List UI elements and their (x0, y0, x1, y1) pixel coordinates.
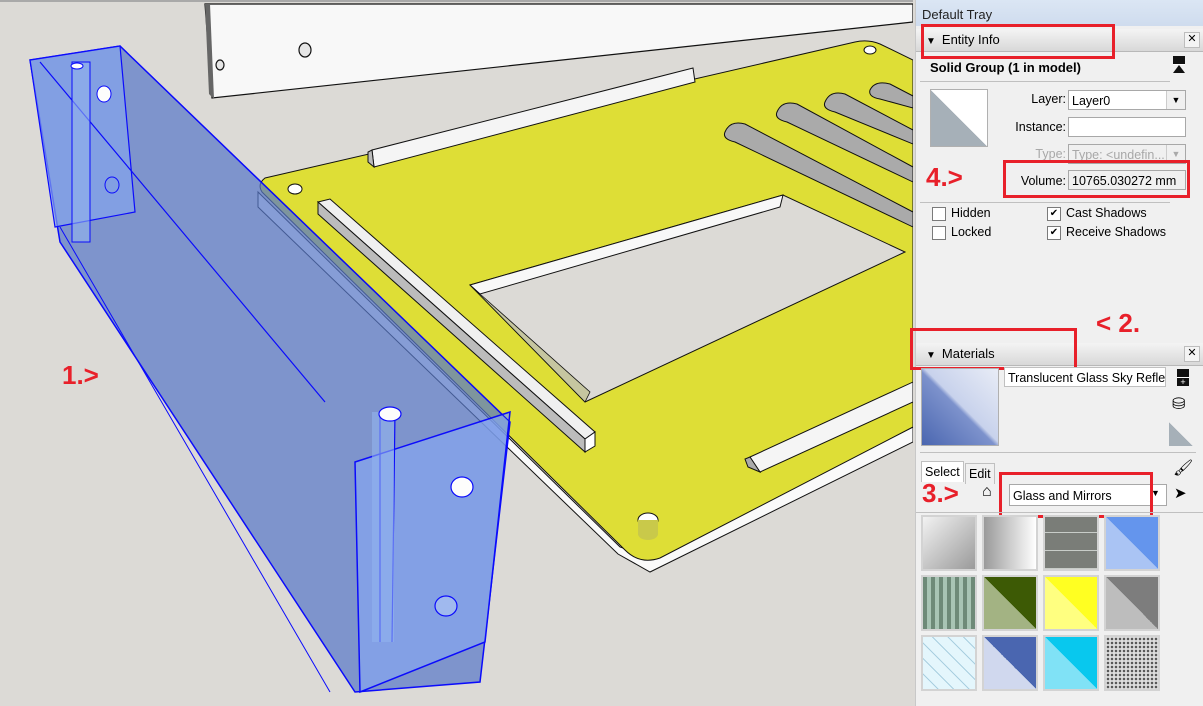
home-icon[interactable]: ⌂ (982, 483, 992, 501)
current-material-preview[interactable] (921, 368, 999, 446)
material-swatch[interactable] (1043, 515, 1099, 571)
scene-drawing (29, 3, 913, 694)
panel-hole (298, 42, 312, 58)
layer-value: Layer0 (1072, 94, 1111, 108)
instance-input[interactable] (1068, 117, 1186, 137)
annotation-3: 3.> (922, 478, 959, 508)
create-material-icon[interactable]: ⛁ (1172, 395, 1192, 415)
selection-description: Solid Group (1 in model) (930, 60, 1081, 75)
cast-shadows-checkbox[interactable]: ✔ (1047, 207, 1061, 221)
divider (920, 202, 1170, 203)
modeling-viewport[interactable]: 1.> (0, 0, 913, 706)
highlight-volume (1003, 160, 1190, 198)
tab-edit[interactable]: Edit (965, 463, 995, 484)
divider (920, 81, 1170, 82)
divider (920, 452, 1196, 453)
annotation-4: 4.> (926, 162, 963, 192)
toggle-secondary-pane-icon[interactable]: + (1177, 369, 1189, 387)
material-swatch[interactable] (1043, 635, 1099, 691)
default-tray: Default Tray ▼ Entity Info ✕ Solid Group … (910, 0, 1203, 706)
material-swatch[interactable] (921, 635, 977, 691)
hidden-checkbox[interactable] (932, 207, 946, 221)
panel-hole (215, 59, 225, 71)
highlight-entity-info (921, 24, 1115, 59)
toggle-details-icon[interactable] (1173, 56, 1185, 76)
close-materials-button[interactable]: ✕ (1184, 346, 1200, 362)
material-swatch[interactable] (1104, 575, 1160, 631)
material-swatch[interactable] (982, 515, 1038, 571)
material-swatch[interactable] (982, 575, 1038, 631)
tray-title: Default Tray (916, 0, 1203, 26)
highlight-materials (910, 328, 1077, 370)
type-label: Type: (1035, 147, 1066, 161)
material-swatch[interactable] (1043, 575, 1099, 631)
material-swatch[interactable] (921, 515, 977, 571)
annotation-2: < 2. (1096, 308, 1141, 338)
divider (916, 512, 1203, 513)
receive-shadows-checkbox[interactable]: ✔ (1047, 226, 1061, 240)
details-arrow-icon[interactable]: ➤ (1174, 484, 1187, 502)
entity-material-swatch[interactable] (930, 89, 988, 147)
material-name-input[interactable]: Translucent Glass Sky Refle (1004, 367, 1166, 387)
cast-shadows-label: Cast Shadows (1066, 206, 1147, 220)
material-swatch[interactable] (1104, 515, 1160, 571)
receive-shadows-label: Receive Shadows (1066, 225, 1167, 239)
layer-dropdown[interactable]: Layer0 ▼ (1068, 90, 1186, 110)
locked-label: Locked (951, 225, 992, 239)
sample-paint-eyedropper-icon[interactable]: 🖌 (1173, 458, 1193, 478)
material-swatch[interactable] (921, 575, 977, 631)
plate-peg (863, 45, 877, 55)
locked-checkbox[interactable] (932, 226, 946, 240)
instance-label: Instance: (1015, 120, 1066, 134)
material-swatch[interactable] (1104, 635, 1160, 691)
plate-peg (287, 183, 303, 195)
layer-label: Layer: (1031, 92, 1066, 106)
close-entity-info-button[interactable]: ✕ (1184, 32, 1200, 48)
default-material-icon[interactable] (1169, 422, 1193, 446)
material-swatch[interactable] (982, 635, 1038, 691)
annotation-1: 1.> (62, 360, 99, 390)
hidden-label: Hidden (951, 206, 991, 220)
chevron-down-icon: ▼ (1166, 91, 1185, 109)
